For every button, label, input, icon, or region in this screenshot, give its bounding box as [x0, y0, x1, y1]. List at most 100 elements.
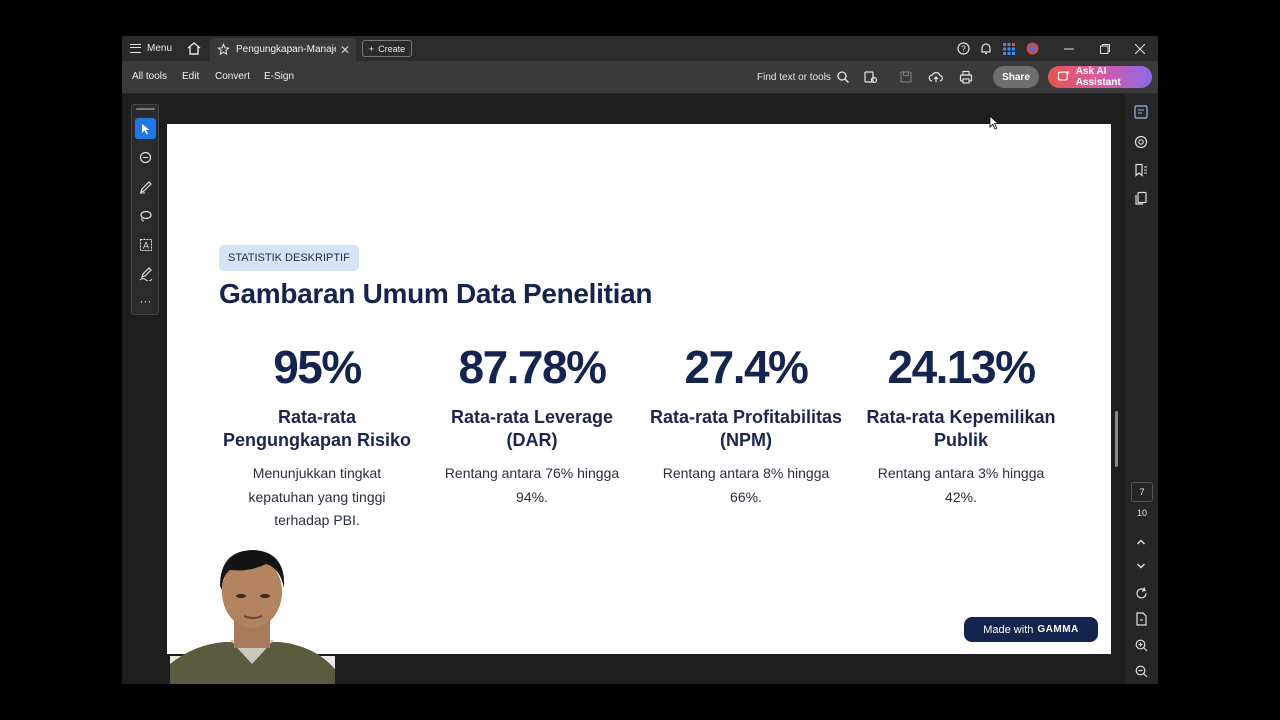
print-icon[interactable]	[958, 69, 974, 85]
stat-label: Rata-rata Profitabilitas (NPM)	[641, 406, 851, 452]
find-label: Find text or tools	[757, 71, 831, 83]
more-tools-icon[interactable]: ···	[135, 290, 156, 311]
stat-desc-line: 94%.	[516, 488, 548, 505]
text-tool[interactable]: A	[135, 234, 156, 255]
stat-label-line: Rata-rata Kepemilikan	[866, 407, 1056, 427]
pen-icon	[139, 180, 152, 193]
mention-icon[interactable]	[1133, 134, 1149, 150]
bell-icon[interactable]	[979, 41, 993, 56]
stat-card: 27.4% Rata-rata Profitabilitas (NPM) Ren…	[641, 342, 851, 509]
share-label: Share	[1002, 71, 1030, 83]
comment-tool[interactable]	[135, 147, 156, 168]
section-badge: STATISTIK DESKRIPTIF	[219, 245, 359, 271]
select-tool[interactable]	[135, 118, 156, 139]
menu-convert[interactable]: Convert	[215, 71, 250, 82]
stat-label: Rata-rata Kepemilikan Publik	[856, 406, 1066, 452]
draw-tool[interactable]	[135, 205, 156, 226]
stat-card: 95% Rata-rata Pengungkapan Risiko Menunj…	[212, 342, 422, 533]
stat-description: Rentang antara 3% hingga 42%.	[856, 462, 1066, 509]
vertical-scrollbar-thumb[interactable]	[1115, 411, 1118, 467]
close-tab-icon[interactable]: ✕	[340, 43, 350, 57]
stat-label-line: Pengungkapan Risiko	[222, 430, 412, 450]
stat-value: 24.13%	[887, 341, 1036, 393]
stat-desc-line: Rentang antara 8% hingga	[662, 465, 830, 481]
quick-tools-rail: A ···	[131, 104, 159, 315]
rotate-icon[interactable]	[1133, 585, 1149, 601]
svg-text:A: A	[142, 240, 148, 250]
menu-edit[interactable]: Edit	[182, 71, 199, 82]
apps-grid-icon[interactable]	[1002, 41, 1016, 56]
close-window-icon[interactable]	[1133, 41, 1147, 56]
total-pages: 10	[1136, 508, 1147, 518]
page-extract-icon[interactable]	[1133, 611, 1149, 627]
stat-label-line: (DAR)	[506, 430, 558, 450]
stat-desc-line: 66%.	[730, 488, 762, 505]
ai-tools-icon[interactable]	[862, 69, 878, 85]
stat-label-line: Publik	[933, 430, 988, 450]
stat-label: Rata-rata Pengungkapan Risiko	[212, 406, 422, 452]
tab-document[interactable]: Pengungkapan-Manaje... ✕	[210, 38, 356, 61]
stat-description: Rentang antara 8% hingga 66%.	[641, 462, 851, 509]
rail-drag-handle[interactable]	[136, 108, 155, 110]
main-toolbar: All tools Edit Convert E-Sign Find text …	[122, 61, 1158, 94]
stat-label-line: Rata-rata	[277, 407, 357, 427]
pdf-viewer-window: Menu Pengungkapan-Manaje... ✕ + Create ?	[122, 36, 1158, 684]
menu-button[interactable]: Menu	[130, 40, 172, 57]
find-text-or-tools[interactable]: Find text or tools	[757, 71, 849, 83]
stat-value: 27.4%	[684, 341, 809, 393]
lasso-icon	[139, 210, 152, 222]
right-side-panel: 7 10	[1125, 94, 1158, 684]
save-icon[interactable]	[898, 69, 914, 85]
share-button[interactable]: Share	[993, 66, 1039, 88]
pages-icon[interactable]	[1133, 190, 1149, 206]
comment-icon	[139, 151, 151, 163]
current-page-input[interactable]: 7	[1131, 482, 1153, 502]
cursor-arrow-icon	[141, 123, 149, 134]
comments-panel-icon[interactable]	[1133, 104, 1149, 120]
stat-desc-line: Rentang antara 76% hingga	[444, 465, 620, 481]
zoom-out-icon[interactable]	[1133, 663, 1149, 679]
restore-icon[interactable]	[1098, 41, 1112, 56]
bookmark-icon[interactable]	[1133, 162, 1149, 178]
cloud-upload-icon[interactable]	[928, 69, 944, 85]
help-icon[interactable]: ?	[956, 41, 970, 56]
menu-e-sign[interactable]: E-Sign	[264, 71, 294, 82]
zoom-in-icon[interactable]	[1133, 637, 1149, 653]
avatar[interactable]	[1025, 41, 1039, 56]
stat-card: 87.78% Rata-rata Leverage (DAR) Rentang …	[427, 342, 637, 509]
chevron-down-icon[interactable]	[1133, 558, 1149, 574]
menu-label: Menu	[147, 43, 173, 54]
ask-ai-assistant-button[interactable]: Ask AI Assistant	[1048, 66, 1152, 88]
ai-label: Ask AI Assistant	[1075, 66, 1121, 88]
ai-assistant-icon	[1058, 71, 1070, 81]
menu-all-tools[interactable]: All tools	[132, 71, 167, 82]
star-icon[interactable]	[217, 43, 230, 56]
made-with-gamma-badge[interactable]: Made with GAMMA	[964, 617, 1098, 642]
stat-value: 87.78%	[458, 341, 607, 393]
minimize-icon[interactable]	[1062, 41, 1076, 56]
chevron-up-icon[interactable]	[1133, 534, 1149, 550]
stat-label-line: Rata-rata Leverage	[450, 407, 614, 427]
stat-label-line: (NPM)	[720, 430, 772, 450]
stat-label-line: Rata-rata Profitabilitas	[649, 407, 843, 427]
stat-desc-line: kepatuhan yang tinggi	[248, 488, 386, 505]
stat-value: 95%	[273, 341, 362, 393]
highlight-tool[interactable]	[135, 176, 156, 197]
page-title: Gambaran Umum Data Penelitian	[219, 278, 653, 309]
gamma-logo: GAMMA	[1037, 624, 1079, 635]
home-icon[interactable]	[186, 41, 202, 56]
mouse-cursor-icon	[989, 115, 999, 130]
create-button[interactable]: + Create	[362, 40, 412, 57]
svg-text:?: ?	[961, 45, 966, 54]
stat-desc-line: terhadap PBI.	[274, 512, 360, 528]
stat-label: Rata-rata Leverage (DAR)	[427, 406, 637, 452]
stat-desc-line: 42%.	[945, 488, 977, 505]
title-bar: Menu Pengungkapan-Manaje... ✕ + Create ?	[122, 36, 1158, 61]
create-label: Create	[378, 43, 406, 54]
signature-pen-icon	[139, 266, 152, 281]
tab-label: Pengungkapan-Manaje...	[236, 44, 336, 55]
hamburger-icon	[130, 44, 141, 53]
stat-description: Rentang antara 76% hingga 94%.	[427, 462, 637, 509]
text-box-icon: A	[139, 238, 152, 251]
sign-tool[interactable]	[135, 263, 156, 284]
